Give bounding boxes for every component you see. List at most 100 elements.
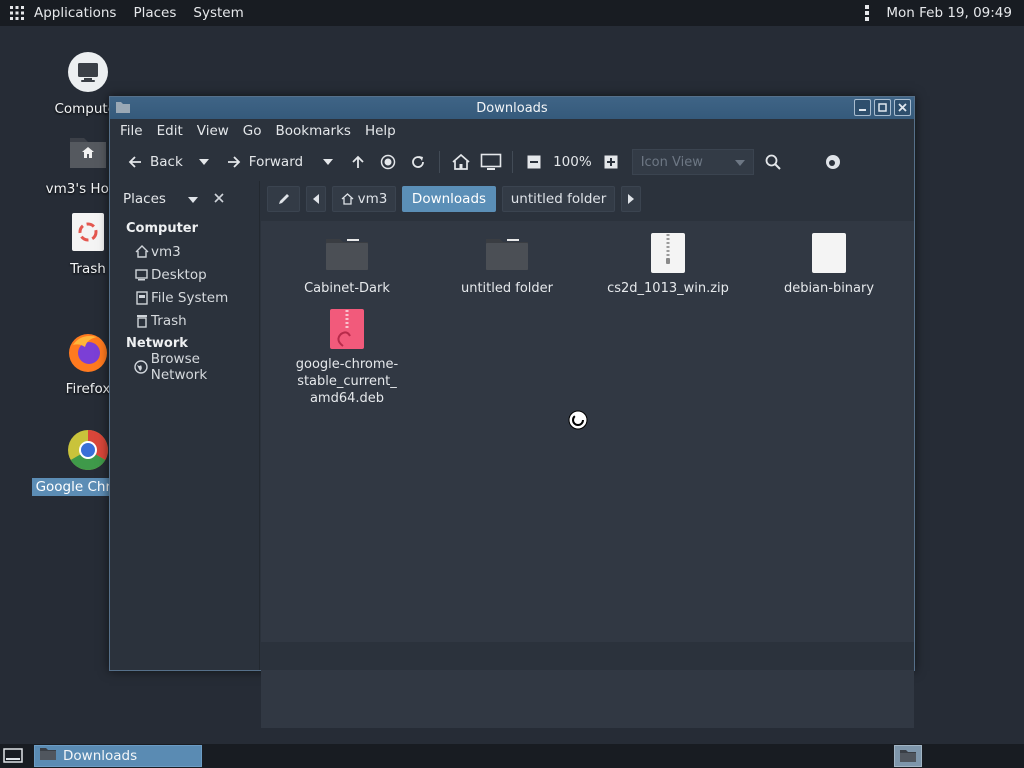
sidebar-item-browse-network[interactable]: Browse Network bbox=[110, 351, 259, 383]
back-button[interactable]: Back bbox=[120, 147, 183, 177]
menu-bookmarks[interactable]: Bookmarks bbox=[276, 123, 351, 139]
close-button[interactable] bbox=[894, 99, 911, 116]
menu-edit[interactable]: Edit bbox=[157, 123, 183, 139]
location-pathbar: vm3 Downloads untitled folder bbox=[261, 181, 914, 217]
window-titlebar[interactable]: Downloads bbox=[110, 97, 914, 119]
menu-system[interactable]: System bbox=[193, 5, 243, 21]
computer-icon bbox=[66, 50, 110, 94]
file-item[interactable]: cs2d_1013_win.zip bbox=[588, 231, 748, 297]
chrome-icon bbox=[66, 428, 110, 472]
menu-go[interactable]: Go bbox=[243, 123, 262, 139]
arrow-left-icon bbox=[120, 147, 150, 177]
window-title: Downloads bbox=[476, 100, 548, 116]
pathbar-item-downloads[interactable]: Downloads bbox=[402, 186, 496, 212]
toolbar-separator bbox=[439, 151, 441, 173]
sidebar-title: Places bbox=[123, 191, 166, 207]
file-name-line: amd64.deb bbox=[309, 391, 385, 406]
sidebar-item-label: Trash bbox=[151, 312, 187, 329]
sidebar-item-label: Browse Network bbox=[150, 350, 208, 383]
kebab-menu-icon[interactable] bbox=[862, 5, 872, 21]
home-icon bbox=[341, 193, 354, 205]
menu-places[interactable]: Places bbox=[133, 5, 176, 21]
chevron-left-icon bbox=[313, 194, 319, 204]
drive-icon bbox=[134, 290, 149, 305]
menu-file[interactable]: File bbox=[120, 123, 143, 139]
folder-icon bbox=[325, 231, 369, 275]
file-item[interactable]: google-chrome- stable_current_ amd64.deb bbox=[267, 307, 427, 407]
file-item[interactable]: Cabinet-Dark bbox=[267, 231, 427, 297]
sidebar-section-computer: Computer bbox=[126, 221, 199, 236]
stop-icon[interactable] bbox=[373, 147, 403, 177]
pathbar-scroll-right-button[interactable] bbox=[621, 186, 641, 212]
sidebar-item-trash[interactable]: Trash bbox=[110, 309, 259, 332]
pathbar-item-label: Downloads bbox=[411, 191, 487, 207]
apps-grid-icon[interactable] bbox=[8, 4, 26, 22]
up-arrow-icon[interactable] bbox=[343, 147, 373, 177]
deb-package-icon bbox=[325, 307, 369, 351]
search-icon[interactable] bbox=[758, 147, 788, 177]
pathbar-item-untitled-folder[interactable]: untitled folder bbox=[502, 186, 615, 212]
zoom-level: 100% bbox=[553, 154, 592, 170]
home-icon[interactable] bbox=[446, 147, 476, 177]
file-name: cs2d_1013_win.zip bbox=[607, 281, 729, 296]
pencil-icon bbox=[278, 194, 289, 204]
back-label: Back bbox=[150, 154, 183, 170]
folder-icon bbox=[39, 747, 57, 765]
show-desktop-icon[interactable] bbox=[2, 747, 24, 765]
pathbar-item-vm3[interactable]: vm3 bbox=[332, 186, 396, 212]
file-item[interactable]: debian-binary bbox=[749, 231, 909, 297]
chevron-right-icon bbox=[628, 194, 634, 204]
sidebar-type-dropdown-icon[interactable] bbox=[187, 192, 198, 207]
busy-indicator-icon bbox=[818, 147, 848, 177]
minimize-button[interactable] bbox=[854, 99, 871, 116]
menu-applications[interactable]: Applications bbox=[34, 5, 116, 21]
file-manager-window: Downloads File Edit View Go Bookmarks He… bbox=[109, 96, 915, 728]
sidebar-item-label: File System bbox=[151, 289, 229, 306]
menu-help[interactable]: Help bbox=[365, 123, 396, 139]
bottom-panel: Downloads bbox=[0, 744, 1024, 768]
file-name: debian-binary bbox=[783, 281, 875, 296]
sidebar-item-label: Desktop bbox=[151, 266, 207, 283]
menu-view[interactable]: View bbox=[197, 123, 229, 139]
maximize-button[interactable] bbox=[874, 99, 891, 116]
zoom-out-icon[interactable] bbox=[519, 147, 549, 177]
busy-cursor-icon bbox=[568, 410, 588, 434]
chevron-down-icon bbox=[734, 155, 745, 170]
network-icon bbox=[134, 359, 149, 374]
arrow-right-icon bbox=[219, 147, 249, 177]
view-mode-select[interactable]: Icon View bbox=[631, 149, 754, 175]
trash-icon bbox=[134, 313, 149, 328]
computer-icon[interactable] bbox=[476, 147, 506, 177]
view-mode-value: Icon View bbox=[640, 154, 703, 170]
back-history-dropdown-icon[interactable] bbox=[189, 147, 219, 177]
zoom-in-icon[interactable] bbox=[596, 147, 626, 177]
home-folder-icon bbox=[66, 130, 110, 174]
desktop-icon-label: Firefox bbox=[65, 381, 111, 397]
forward-history-dropdown-icon[interactable] bbox=[313, 147, 343, 177]
reload-icon[interactable] bbox=[403, 147, 433, 177]
toolbar: Back Forward 100% Icon View bbox=[110, 143, 914, 181]
taskbar-item-downloads[interactable]: Downloads bbox=[34, 745, 202, 767]
close-sidebar-icon[interactable] bbox=[214, 191, 224, 207]
clock[interactable]: Mon Feb 19, 09:49 bbox=[886, 5, 1012, 21]
pathbar-scroll-left-button[interactable] bbox=[306, 186, 326, 212]
pathbar-item-label: untitled folder bbox=[510, 191, 607, 207]
toggle-location-entry-button[interactable] bbox=[267, 186, 300, 212]
file-item[interactable]: untitled folder bbox=[427, 231, 587, 297]
sidebar-item-desktop[interactable]: Desktop bbox=[110, 263, 259, 286]
desktop-icon bbox=[134, 267, 149, 282]
workspace-switcher[interactable] bbox=[894, 745, 922, 767]
menubar: File Edit View Go Bookmarks Help bbox=[110, 119, 914, 143]
forward-label: Forward bbox=[248, 154, 304, 170]
file-name-line: stable_current_ bbox=[297, 374, 397, 389]
home-icon bbox=[134, 244, 149, 259]
window-body: Places Computer vm3 Desktop File System … bbox=[110, 181, 914, 728]
sidebar: Places Computer vm3 Desktop File System … bbox=[110, 181, 260, 670]
sidebar-item-vm3[interactable]: vm3 bbox=[110, 240, 259, 263]
sidebar-item-file-system[interactable]: File System bbox=[110, 286, 259, 309]
folder-icon bbox=[485, 231, 529, 275]
forward-button[interactable]: Forward bbox=[219, 147, 303, 177]
firefox-icon bbox=[66, 330, 110, 374]
taskbar-item-label: Downloads bbox=[63, 748, 138, 764]
file-icon bbox=[807, 231, 851, 275]
